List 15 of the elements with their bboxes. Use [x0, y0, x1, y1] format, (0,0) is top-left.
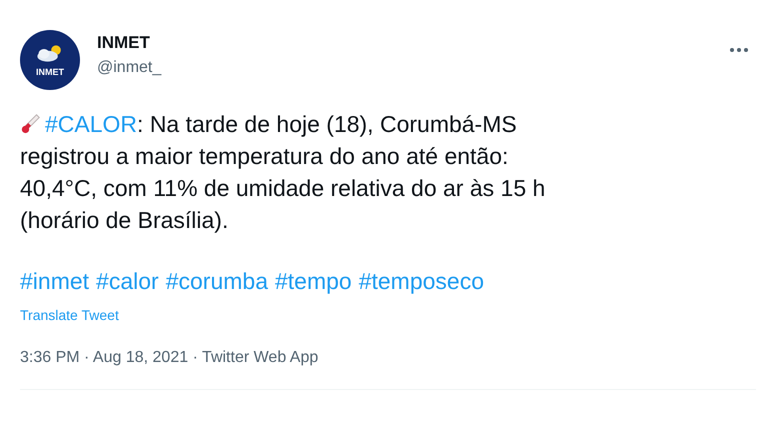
hashtag-link[interactable]: #corumba	[166, 268, 268, 295]
tweet-text: #CALOR: Na tarde de hoje (18), Corumbá-MS registrou a maior temperatura do ano até então: 40,4°C, com 11% de umidade relativa do ar às 15 h (horário de Brasília).	[20, 110, 546, 235]
hashtag-link[interactable]: #inmet	[20, 268, 90, 295]
timestamp: 3:36 PM · Aug 18, 2021 · Twitter Web App	[20, 349, 320, 367]
more-icon	[730, 48, 748, 52]
thermometer-icon	[20, 112, 42, 134]
logo-text: INMET	[36, 67, 64, 77]
avatar[interactable]: INMET	[20, 30, 80, 90]
hashtag-link[interactable]: #tempo	[274, 268, 352, 295]
account-handle[interactable]: @inmet_	[97, 59, 162, 77]
hashtag-link[interactable]: #calor	[96, 268, 159, 295]
account-name[interactable]: INMET	[97, 33, 162, 53]
translate-link[interactable]: Translate Tweet	[20, 307, 119, 323]
hashtag-link[interactable]: #temposeco	[358, 268, 484, 295]
hashtag-link[interactable]: #CALOR	[45, 111, 138, 137]
